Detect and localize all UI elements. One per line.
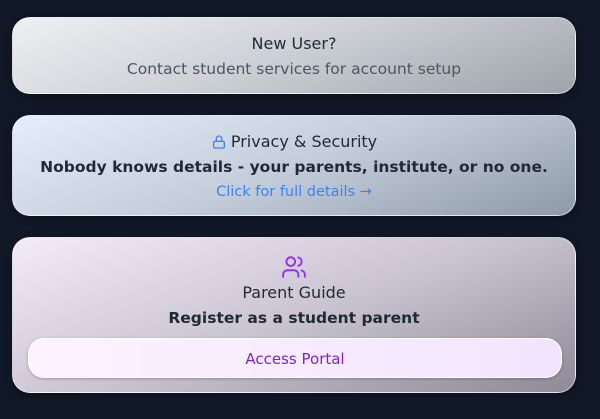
privacy-card: Privacy & Security Nobody knows details … xyxy=(12,115,576,216)
full-details-link[interactable]: Click for full details → xyxy=(13,182,575,202)
users-icon xyxy=(281,254,307,280)
privacy-heading: Privacy & Security xyxy=(13,116,575,152)
parent-guide-card: Parent Guide Register as a student paren… xyxy=(12,237,576,393)
privacy-statement: Nobody knows details - your parents, ins… xyxy=(40,158,548,176)
parent-guide-title: Parent Guide xyxy=(242,283,346,302)
new-user-title: New User? xyxy=(251,34,337,53)
access-portal-button[interactable]: Access Portal xyxy=(28,338,562,378)
parent-guide-subtitle: Register as a student parent xyxy=(168,309,420,327)
new-user-card: New User? Contact student services for a… xyxy=(12,17,576,94)
privacy-title: Privacy & Security xyxy=(230,132,378,151)
info-card-stack: New User? Contact student services for a… xyxy=(0,0,600,419)
lock-icon xyxy=(211,134,227,150)
new-user-subtitle: Contact student services for account set… xyxy=(126,60,462,78)
